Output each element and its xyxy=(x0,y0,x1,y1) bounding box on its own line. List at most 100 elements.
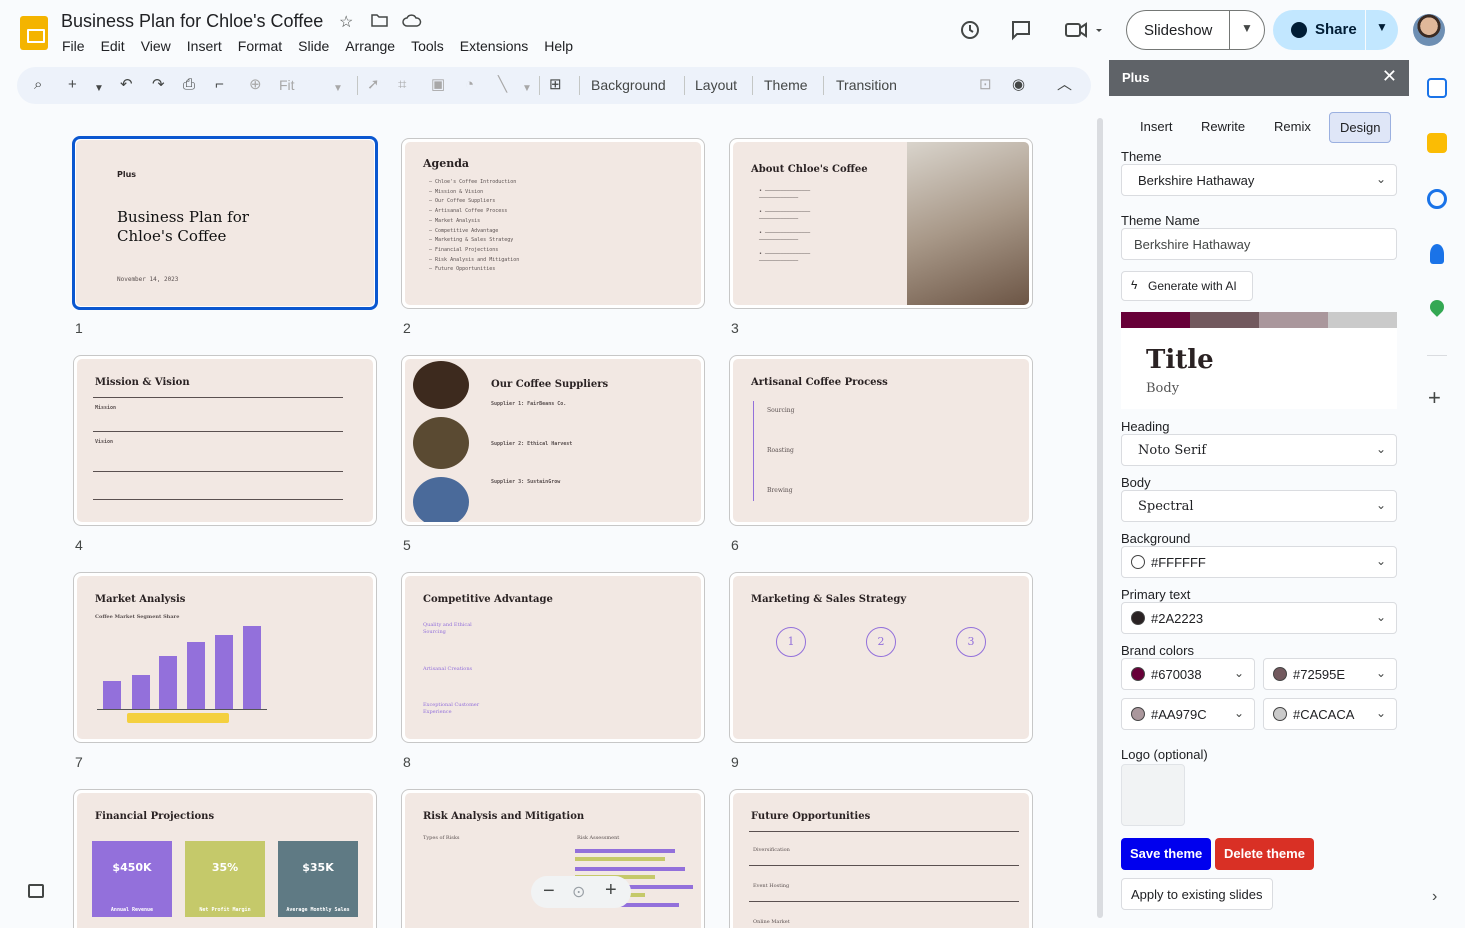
slide-thumbnail-8[interactable]: Competitive Advantage Quality and Ethica… xyxy=(401,572,705,743)
layout-button[interactable]: Layout xyxy=(695,77,737,93)
brand-color-2-select[interactable]: #72595E ⌄ xyxy=(1263,658,1397,690)
zoom-select[interactable]: Fit xyxy=(279,77,295,93)
generate-with-ai-button[interactable]: ϟ Generate with AI xyxy=(1121,271,1253,301)
background-color-select[interactable]: #FFFFFF ⌄ xyxy=(1121,546,1397,578)
delete-theme-button[interactable]: Delete theme xyxy=(1215,838,1314,870)
paint-format-icon[interactable]: ⌐ xyxy=(215,76,224,94)
maps-icon[interactable] xyxy=(1427,297,1447,317)
new-slide-dropdown-icon[interactable]: ▼ xyxy=(94,80,104,98)
slide-number: 5 xyxy=(403,537,411,553)
version-history-icon[interactable] xyxy=(956,16,984,44)
slide-thumbnail-1[interactable]: Plus Business Plan for Chloe's Coffee No… xyxy=(72,136,378,310)
new-slide-icon[interactable]: + xyxy=(68,76,77,94)
expand-panel-icon[interactable]: › xyxy=(1432,888,1437,906)
body-font-select[interactable]: Spectral ⌄ xyxy=(1121,490,1397,522)
transition-button[interactable]: Transition xyxy=(836,77,897,93)
menu-tools[interactable]: Tools xyxy=(411,38,444,54)
theme-name-input[interactable]: Berkshire Hathaway xyxy=(1121,228,1397,260)
slide-thumbnail-6[interactable]: Artisanal Coffee Process Sourcing Roasti… xyxy=(729,355,1033,526)
close-icon[interactable]: ✕ xyxy=(1382,66,1397,87)
line-dropdown-icon[interactable]: ▼ xyxy=(522,80,532,98)
share-dropdown-icon[interactable]: ▼ xyxy=(1376,20,1388,34)
background-button[interactable]: Background xyxy=(591,77,666,93)
slide-thumbnail-10[interactable]: Financial Projections $450K Annual Revenu… xyxy=(73,789,377,928)
print-icon[interactable]: ⎙ xyxy=(183,76,195,94)
slide-thumbnail-12[interactable]: Future Opportunities Diversification Eve… xyxy=(729,789,1033,928)
record-icon[interactable]: ◉ xyxy=(1012,76,1025,94)
agenda-item: – Financial Projections xyxy=(429,246,499,253)
insert-comment-icon[interactable]: ⊞ xyxy=(549,76,562,94)
slide-thumbnail-5[interactable]: Our Coffee Suppliers Supplier 1: FairBea… xyxy=(401,355,705,526)
primary-text-label: Primary text xyxy=(1121,587,1191,602)
move-folder-icon[interactable] xyxy=(371,12,388,32)
meet-camera-icon[interactable] xyxy=(1062,16,1106,44)
share-button[interactable]: Share ▼ xyxy=(1273,10,1398,50)
collapse-toolbar-icon[interactable]: ︿ xyxy=(1057,76,1072,94)
slide-title: Marketing & Sales Strategy xyxy=(751,594,907,605)
document-title[interactable]: Business Plan for Chloe's Coffee xyxy=(61,11,323,32)
search-menus-icon[interactable]: ⌕ xyxy=(34,76,42,94)
comments-icon[interactable] xyxy=(1007,16,1035,44)
logo-upload[interactable] xyxy=(1121,764,1185,826)
add-image-icon[interactable]: ⊡ xyxy=(979,76,992,94)
menu-edit[interactable]: Edit xyxy=(101,38,125,54)
image-icon[interactable]: ▣ xyxy=(431,76,445,94)
tab-design[interactable]: Design xyxy=(1329,112,1392,143)
slideshow-button[interactable]: Slideshow ▼ xyxy=(1126,10,1265,50)
slides-logo-icon[interactable] xyxy=(20,16,48,50)
heading-font-select[interactable]: Noto Serif ⌄ xyxy=(1121,434,1397,466)
brand-color-strip xyxy=(1121,312,1397,328)
tasks-icon[interactable] xyxy=(1427,189,1447,209)
menu-file[interactable]: File xyxy=(62,38,85,54)
star-icon[interactable]: ☆ xyxy=(339,12,353,32)
brand-colors-label: Brand colors xyxy=(1121,643,1194,658)
preview-title: Title xyxy=(1146,345,1214,375)
shape-icon[interactable]: ◔ xyxy=(465,76,474,94)
zoom-icon[interactable]: ⊕ xyxy=(249,76,262,94)
theme-button[interactable]: Theme xyxy=(764,77,808,93)
menu-extensions[interactable]: Extensions xyxy=(460,38,528,54)
zoom-reset-icon[interactable]: ⊙ xyxy=(572,882,585,902)
save-theme-button[interactable]: Save theme xyxy=(1121,838,1212,870)
brand-color-3-select[interactable]: #AA979C ⌄ xyxy=(1121,698,1255,730)
avatar[interactable] xyxy=(1413,14,1445,46)
tab-remix[interactable]: Remix xyxy=(1264,112,1321,143)
menu-arrange[interactable]: Arrange xyxy=(345,38,395,54)
contacts-icon[interactable] xyxy=(1430,244,1444,264)
redo-icon[interactable]: ↷ xyxy=(152,76,165,94)
brand-color-4-select[interactable]: #CACACA ⌄ xyxy=(1263,698,1397,730)
add-addon-icon[interactable]: + xyxy=(1428,385,1441,411)
filmstrip-toggle-icon[interactable] xyxy=(28,884,44,898)
menu-insert[interactable]: Insert xyxy=(187,38,222,54)
slide-title: Financial Projections xyxy=(95,811,215,822)
slide-thumbnail-7[interactable]: Market Analysis Coffee Market Segment Sh… xyxy=(73,572,377,743)
slideshow-dropdown-icon[interactable]: ▼ xyxy=(1241,21,1253,35)
primary-text-color-select[interactable]: #2A2223 ⌄ xyxy=(1121,602,1397,634)
grid-scrollbar[interactable] xyxy=(1097,118,1103,918)
text-box-icon[interactable]: ⌗ xyxy=(398,76,406,94)
undo-icon[interactable]: ↶ xyxy=(120,76,133,94)
brand-color-1-select[interactable]: #670038 ⌄ xyxy=(1121,658,1255,690)
cloud-saved-icon[interactable] xyxy=(402,13,422,32)
apply-existing-slides-button[interactable]: Apply to existing slides xyxy=(1121,878,1273,910)
theme-select[interactable]: Berkshire Hathaway ⌄ xyxy=(1121,164,1397,196)
tab-insert[interactable]: Insert xyxy=(1130,112,1183,143)
menu-slide[interactable]: Slide xyxy=(298,38,329,54)
slide-thumbnail-2[interactable]: Agenda – Chloe's Coffee Introduction – Mi… xyxy=(401,138,705,309)
keep-icon[interactable] xyxy=(1427,133,1447,153)
menu-help[interactable]: Help xyxy=(544,38,573,54)
line-icon[interactable]: ╲ xyxy=(498,76,507,94)
zoom-in-icon[interactable]: + xyxy=(605,879,617,902)
slide-thumbnail-9[interactable]: Marketing & Sales Strategy 1 2 3 xyxy=(729,572,1033,743)
cafe-photo xyxy=(907,142,1029,305)
slide-thumbnail-3[interactable]: About Chloe's Coffee • ─────────────── ─… xyxy=(729,138,1033,309)
select-cursor-icon[interactable]: ➚ xyxy=(367,76,380,94)
slide-thumbnail-4[interactable]: Mission & Vision Mission Vision xyxy=(73,355,377,526)
lightning-icon: ϟ xyxy=(1131,278,1138,292)
zoom-out-icon[interactable]: − xyxy=(543,880,555,903)
menu-view[interactable]: View xyxy=(141,38,171,54)
calendar-icon[interactable] xyxy=(1427,78,1447,98)
zoom-dropdown-icon[interactable]: ▼ xyxy=(333,80,343,98)
tab-rewrite[interactable]: Rewrite xyxy=(1191,112,1255,143)
menu-format[interactable]: Format xyxy=(238,38,282,54)
